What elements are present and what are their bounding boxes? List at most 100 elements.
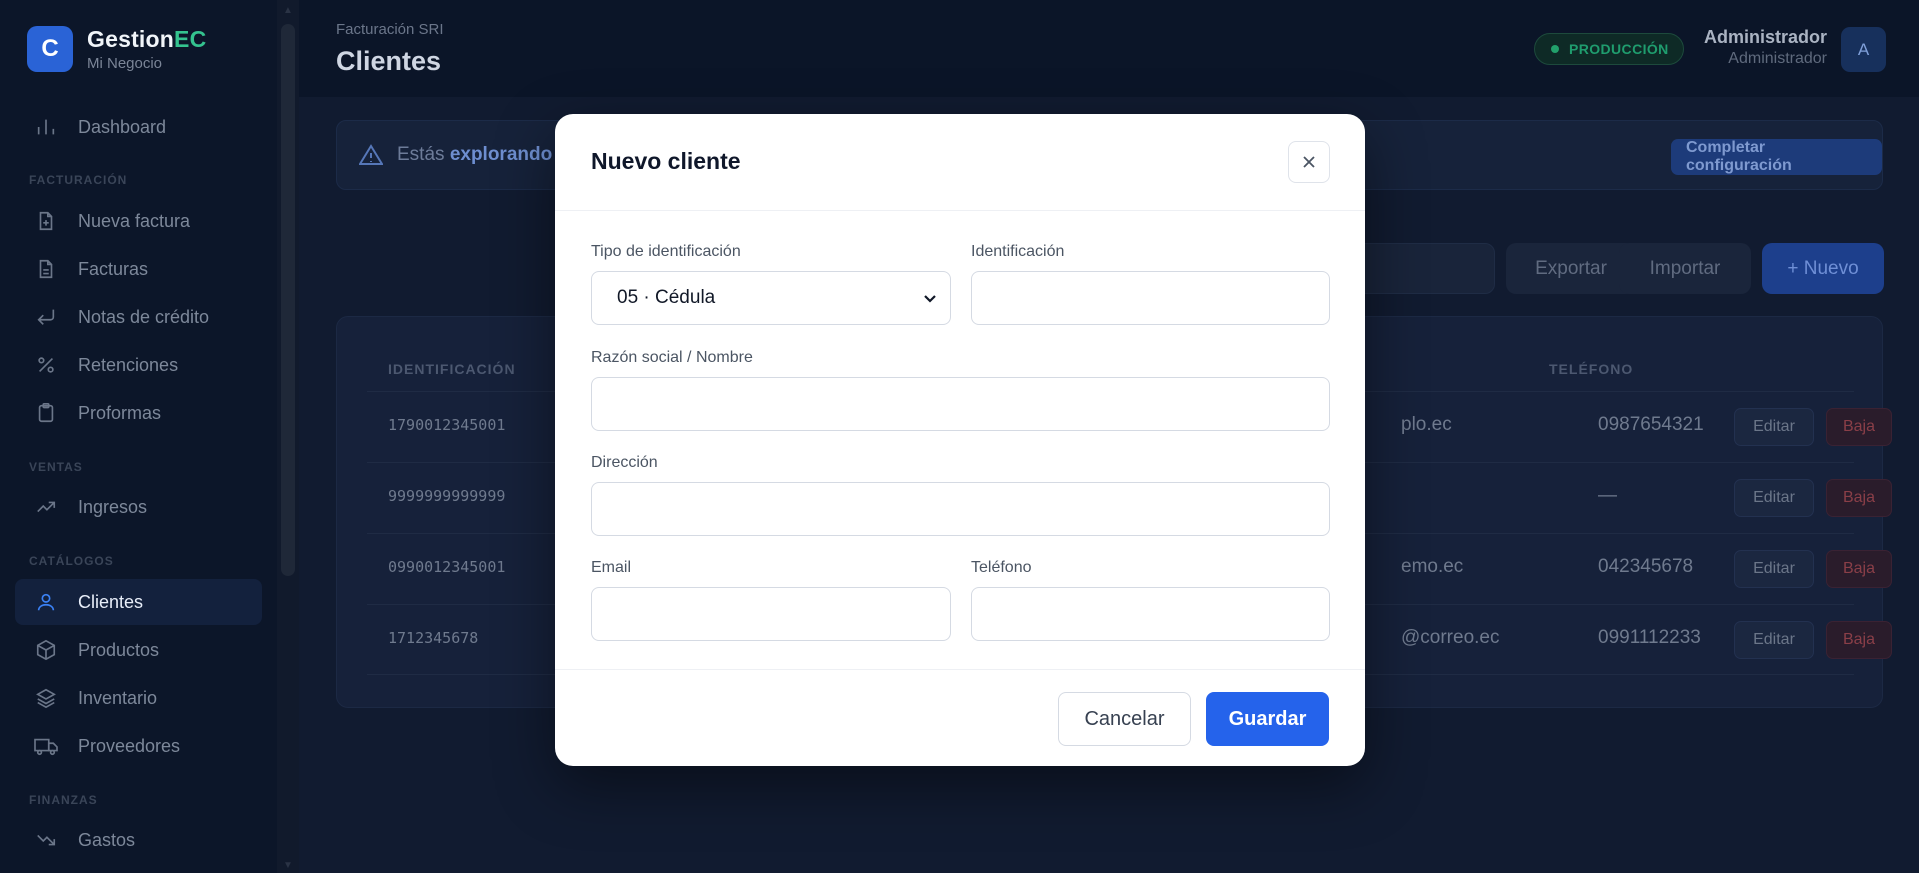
column-header-identificacion: IDENTIFICACIÓN [388, 361, 516, 377]
save-button[interactable]: Guardar [1206, 692, 1329, 746]
deactivate-button[interactable]: Baja [1826, 408, 1892, 446]
truck-icon [33, 733, 59, 759]
export-button[interactable]: Exportar [1506, 243, 1636, 294]
sidebar-item-clientes[interactable]: Clientes [15, 579, 262, 625]
environment-label: PRODUCCIÓN [1569, 41, 1669, 57]
telefono-field[interactable] [971, 587, 1330, 641]
topbar: Facturación SRI Clientes PRODUCCIÓN Admi… [299, 0, 1919, 97]
bar-chart-icon [33, 114, 59, 140]
sidebar-item-label: Proformas [78, 402, 162, 423]
sidebar-item-productos[interactable]: Productos [15, 627, 262, 673]
complete-setup-button[interactable]: Completar configuración [1671, 139, 1882, 175]
alert-text: Estás explorando [397, 144, 553, 165]
user-name: Administrador [1703, 27, 1827, 47]
dialog-title: Nuevo cliente [591, 148, 741, 174]
direccion-field[interactable] [591, 482, 1330, 536]
nav-section-facturacion: FACTURACIÓN [29, 173, 128, 187]
cell-telefono: — [1598, 485, 1617, 506]
sidebar-item-proformas[interactable]: Proformas [15, 390, 262, 436]
nav-section-ventas: VENTAS [29, 460, 83, 474]
sidebar-item-inventario[interactable]: Inventario [15, 675, 262, 721]
sidebar-item-label: Proveedores [78, 735, 181, 756]
sidebar-item-label: Retenciones [78, 354, 179, 375]
deactivate-button[interactable]: Baja [1826, 621, 1892, 659]
cell-identificacion: 1712345678 [388, 629, 479, 647]
sidebar-item-label: Productos [78, 639, 160, 660]
avatar[interactable]: A [1841, 27, 1886, 72]
sidebar-item-label: Facturas [78, 258, 149, 279]
cell-telefono: 042345678 [1598, 556, 1694, 577]
nav-section-finanzas: FINANZAS [29, 793, 98, 807]
brand-logo: C [27, 26, 73, 72]
cell-identificacion: 1790012345001 [388, 416, 506, 434]
breadcrumb[interactable]: Facturación SRI [336, 21, 444, 38]
close-icon [1303, 156, 1315, 168]
page-title: Clientes [336, 46, 442, 76]
environment-badge: PRODUCCIÓN [1534, 33, 1684, 65]
corner-down-left-icon [33, 304, 59, 330]
identificacion-field[interactable] [971, 271, 1330, 325]
sidebar-item-ingresos[interactable]: Ingresos [15, 484, 262, 530]
email-label: Email [591, 559, 632, 576]
cell-identificacion: 9999999999999 [388, 487, 506, 505]
direccion-label: Dirección [591, 454, 658, 471]
new-client-button[interactable]: + Nuevo [1762, 243, 1884, 294]
sidebar: C GestionEC Mi Negocio Dashboard FACTURA… [0, 0, 277, 873]
chevron-down-icon [922, 290, 938, 312]
razon-social-field[interactable] [591, 377, 1330, 431]
scroll-thumb[interactable] [281, 24, 295, 576]
close-button[interactable] [1288, 141, 1330, 183]
file-text-icon [33, 256, 59, 282]
sidebar-item-label: Ingresos [78, 496, 148, 517]
brand-name: GestionEC [87, 26, 207, 52]
edit-button[interactable]: Editar [1734, 550, 1814, 588]
new-client-dialog: Nuevo cliente Tipo de identificación 05 … [555, 114, 1365, 766]
status-dot-icon [1551, 45, 1559, 53]
percent-icon [33, 352, 59, 378]
brand[interactable]: C GestionEC Mi Negocio [27, 26, 206, 72]
sidebar-item-label: Notas de crédito [78, 306, 210, 327]
sidebar-item-nueva-factura[interactable]: Nueva factura [15, 198, 262, 244]
cell-email: emo.ec [1401, 556, 1464, 577]
scroll-down-icon[interactable]: ▼ [282, 860, 294, 871]
sidebar-scrollbar[interactable]: ▲ ▼ [277, 0, 299, 873]
scroll-up-icon[interactable]: ▲ [282, 5, 294, 16]
edit-button[interactable]: Editar [1734, 621, 1814, 659]
deactivate-button[interactable]: Baja [1826, 479, 1892, 517]
edit-button[interactable]: Editar [1734, 408, 1814, 446]
sidebar-item-retenciones[interactable]: Retenciones [15, 342, 262, 388]
trending-up-icon [33, 494, 59, 520]
import-button[interactable]: Importar [1619, 243, 1751, 294]
sidebar-item-notas-credito[interactable]: Notas de crédito [15, 294, 262, 340]
file-plus-icon [33, 208, 59, 234]
select-value: 05 · Cédula [617, 287, 716, 308]
brand-subtitle: Mi Negocio [87, 55, 163, 72]
trending-down-icon [33, 827, 59, 853]
cell-email: @correo.ec [1401, 627, 1500, 648]
sidebar-item-label: Inventario [78, 687, 158, 708]
user-icon [33, 589, 59, 615]
column-header-telefono: TELÉFONO [1549, 361, 1634, 377]
razon-social-label: Razón social / Nombre [591, 349, 753, 366]
sidebar-item-facturas[interactable]: Facturas [15, 246, 262, 292]
sidebar-item-label: Gastos [78, 829, 136, 850]
tipo-identificacion-select[interactable]: 05 · Cédula [591, 271, 951, 325]
sidebar-item-label: Nueva factura [78, 210, 191, 231]
cell-telefono: 0991112233 [1598, 627, 1701, 648]
sidebar-item-gastos[interactable]: Gastos [15, 817, 262, 863]
dialog-footer: Cancelar Guardar [555, 669, 1365, 766]
edit-button[interactable]: Editar [1734, 479, 1814, 517]
tipo-identificacion-label: Tipo de identificación [591, 243, 741, 260]
telefono-label: Teléfono [971, 559, 1032, 576]
sidebar-item-dashboard[interactable]: Dashboard [15, 104, 262, 150]
layers-icon [33, 685, 59, 711]
cancel-button[interactable]: Cancelar [1058, 692, 1191, 746]
deactivate-button[interactable]: Baja [1826, 550, 1892, 588]
sidebar-item-proveedores[interactable]: Proveedores [15, 723, 262, 769]
cell-telefono: 0987654321 [1598, 414, 1704, 435]
identificacion-label: Identificación [971, 243, 1065, 260]
cell-identificacion: 0990012345001 [388, 558, 506, 576]
box-icon [33, 637, 59, 663]
email-field[interactable] [591, 587, 951, 641]
sidebar-item-label: Dashboard [78, 116, 167, 137]
